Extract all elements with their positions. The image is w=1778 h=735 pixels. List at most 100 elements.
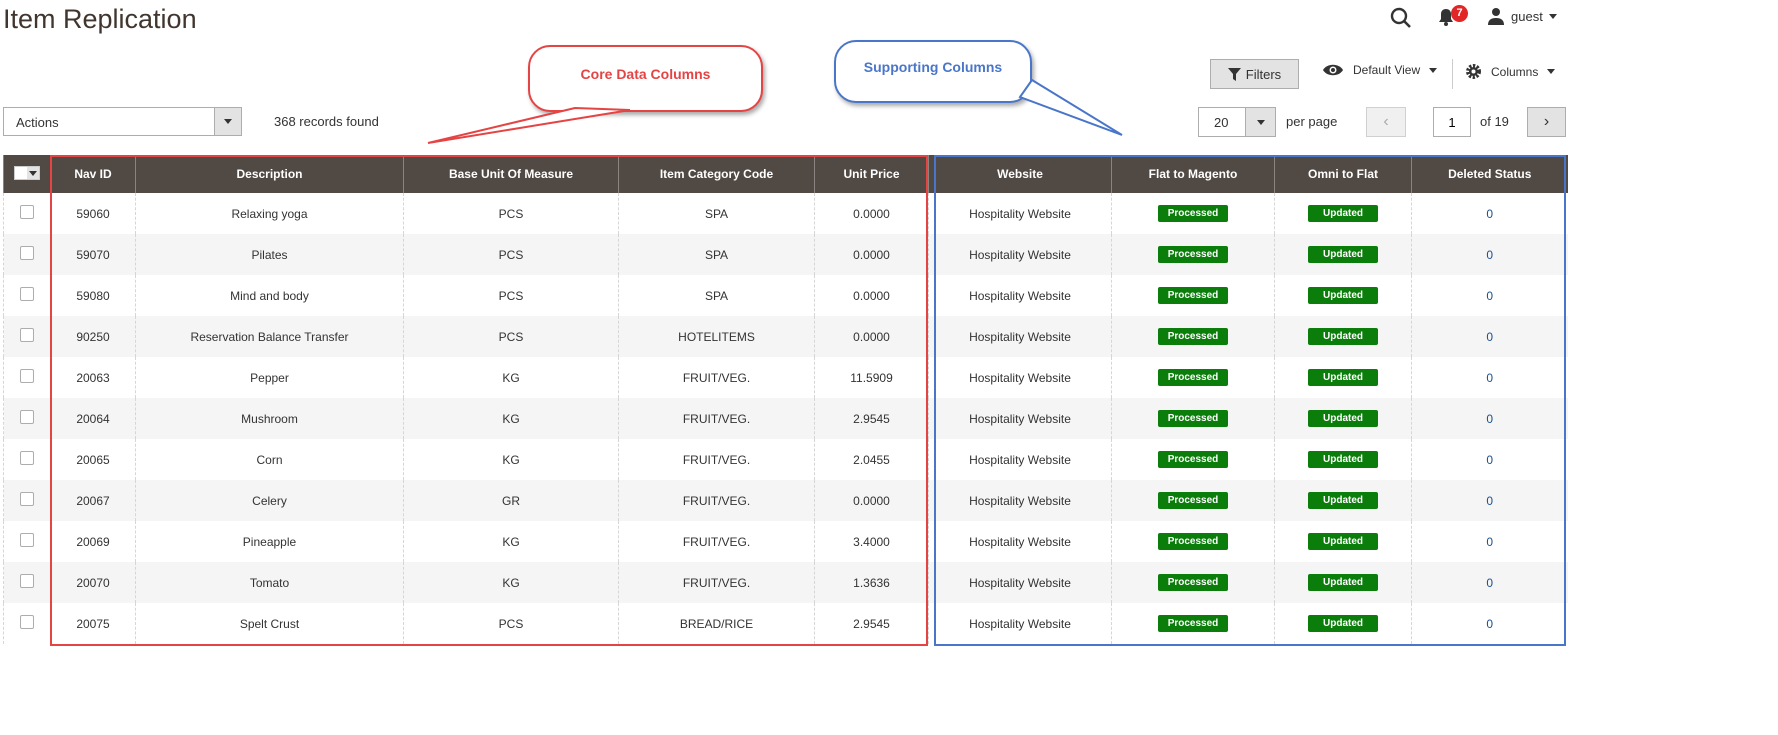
table-row: 20075 Spelt Crust PCS BREAD/RICE 2.9545 Hospi… — [3, 603, 1568, 644]
cell-item-category: FRUIT/VEG. — [682, 370, 751, 385]
cell-unit-price: 2.9545 — [853, 616, 890, 631]
user-icon — [1488, 8, 1504, 25]
cell-base-unit: GR — [502, 493, 520, 508]
cell-website: Hospitality Website — [969, 616, 1071, 631]
cell-item-category: SPA — [704, 288, 729, 303]
table-row: 59060 Relaxing yoga PCS SPA 0.0000 Hospitalit… — [3, 193, 1568, 234]
row-checkbox[interactable] — [20, 615, 34, 629]
cell-item-category: FRUIT/VEG. — [682, 575, 751, 590]
supporting-columns-callout: Supporting Columns — [834, 40, 1032, 103]
cell-omni-to-flat: Updated — [1308, 492, 1378, 509]
cell-flat-to-magento: Processed — [1158, 369, 1228, 386]
column-header-omni-to-flat[interactable]: Omni to Flat — [1274, 155, 1412, 193]
row-checkbox[interactable] — [20, 410, 34, 424]
cell-flat-to-magento: Processed — [1158, 246, 1228, 263]
column-header-deleted-status[interactable]: Deleted Status — [1411, 155, 1568, 193]
cell-description: Spelt Crust — [239, 616, 300, 631]
row-checkbox[interactable] — [20, 369, 34, 383]
cell-deleted-status: 0 — [1486, 329, 1494, 344]
column-header-nav-id[interactable]: Nav ID — [50, 155, 136, 193]
cell-base-unit: PCS — [498, 329, 524, 344]
cell-flat-to-magento: Processed — [1158, 410, 1228, 427]
cell-description: Mushroom — [241, 411, 298, 426]
cell-deleted-status: 0 — [1486, 452, 1494, 467]
table-row: 20067 Celery GR FRUIT/VEG. 0.0000 Hospitality… — [3, 480, 1568, 521]
chevron-down-icon — [1547, 69, 1556, 74]
cell-description: Pepper — [250, 370, 289, 385]
column-header-description[interactable]: Description — [135, 155, 404, 193]
column-header-item-category[interactable]: Item Category Code — [618, 155, 815, 193]
per-page-select[interactable]: 20 — [1198, 107, 1276, 137]
filter-icon — [1227, 67, 1241, 81]
cell-item-category: HOTELITEMS — [678, 329, 755, 344]
columns-label: Columns — [1491, 64, 1539, 79]
cell-deleted-status: 0 — [1486, 288, 1494, 303]
cell-item-category: SPA — [704, 247, 729, 262]
cell-description: Pineapple — [242, 534, 297, 549]
cell-base-unit: PCS — [498, 616, 524, 631]
per-page-label: per page — [1286, 114, 1338, 129]
row-checkbox[interactable] — [20, 451, 34, 465]
cell-omni-to-flat: Updated — [1308, 246, 1378, 263]
cell-item-category: SPA — [704, 206, 729, 221]
records-count: 368 records found — [274, 114, 379, 129]
cell-flat-to-magento: Processed — [1158, 615, 1228, 632]
cell-omni-to-flat: Updated — [1308, 328, 1378, 345]
cell-website: Hospitality Website — [969, 452, 1071, 467]
cell-website: Hospitality Website — [969, 411, 1071, 426]
cell-deleted-status: 0 — [1486, 411, 1494, 426]
row-checkbox[interactable] — [20, 246, 34, 260]
column-header-flat-to-magento[interactable]: Flat to Magento — [1111, 155, 1275, 193]
actions-select[interactable]: Actions — [3, 107, 242, 136]
chevron-down-icon — [1256, 119, 1265, 125]
cell-item-category: FRUIT/VEG. — [682, 411, 751, 426]
table-row: 20065 Corn KG FRUIT/VEG. 2.0455 Hospitality W… — [3, 439, 1568, 480]
view-label: Default View — [1353, 63, 1421, 77]
cell-deleted-status: 0 — [1486, 575, 1494, 590]
mass-select-checkbox[interactable] — [3, 155, 51, 193]
cell-description: Relaxing yoga — [231, 206, 308, 221]
cell-website: Hospitality Website — [969, 329, 1071, 344]
cell-unit-price: 2.9545 — [853, 411, 890, 426]
page-number-input[interactable] — [1433, 107, 1471, 137]
previous-page-button[interactable]: ‹ — [1366, 107, 1406, 137]
cell-flat-to-magento: Processed — [1158, 492, 1228, 509]
default-view-dropdown[interactable]: Default View — [1322, 63, 1438, 77]
cell-deleted-status: 0 — [1486, 247, 1494, 262]
cell-item-category: FRUIT/VEG. — [682, 493, 751, 508]
cell-base-unit: KG — [502, 534, 520, 549]
column-header-website[interactable]: Website — [928, 155, 1112, 193]
cell-item-category: FRUIT/VEG. — [682, 534, 751, 549]
filters-button[interactable]: Filters — [1210, 59, 1299, 89]
cell-omni-to-flat: Updated — [1308, 615, 1378, 632]
user-menu[interactable]: guest — [1487, 7, 1557, 25]
cell-deleted-status: 0 — [1486, 493, 1494, 508]
next-page-button[interactable]: › — [1527, 107, 1566, 137]
columns-dropdown[interactable]: Columns — [1465, 63, 1556, 80]
cell-nav-id: 59060 — [76, 206, 110, 221]
row-checkbox[interactable] — [20, 492, 34, 506]
cell-omni-to-flat: Updated — [1308, 451, 1378, 468]
chevron-down-icon — [1548, 13, 1557, 19]
row-checkbox[interactable] — [20, 205, 34, 219]
notification-count-badge[interactable]: 7 — [1451, 5, 1468, 22]
search-icon[interactable] — [1390, 7, 1412, 34]
cell-nav-id: 59070 — [76, 247, 110, 262]
cell-website: Hospitality Website — [969, 575, 1071, 590]
row-checkbox[interactable] — [20, 574, 34, 588]
cell-nav-id: 20064 — [76, 411, 110, 426]
cell-omni-to-flat: Updated — [1308, 369, 1378, 386]
row-checkbox[interactable] — [20, 533, 34, 547]
cell-base-unit: PCS — [498, 247, 524, 262]
row-checkbox[interactable] — [20, 328, 34, 342]
cell-website: Hospitality Website — [969, 247, 1071, 262]
cell-flat-to-magento: Processed — [1158, 287, 1228, 304]
cell-flat-to-magento: Processed — [1158, 205, 1228, 222]
cell-flat-to-magento: Processed — [1158, 533, 1228, 550]
cell-description: Tomato — [249, 575, 290, 590]
row-checkbox[interactable] — [20, 287, 34, 301]
chevron-down-icon — [1429, 67, 1438, 73]
column-header-unit-price[interactable]: Unit Price — [814, 155, 929, 193]
column-header-base-unit[interactable]: Base Unit Of Measure — [403, 155, 619, 193]
cell-omni-to-flat: Updated — [1308, 287, 1378, 304]
